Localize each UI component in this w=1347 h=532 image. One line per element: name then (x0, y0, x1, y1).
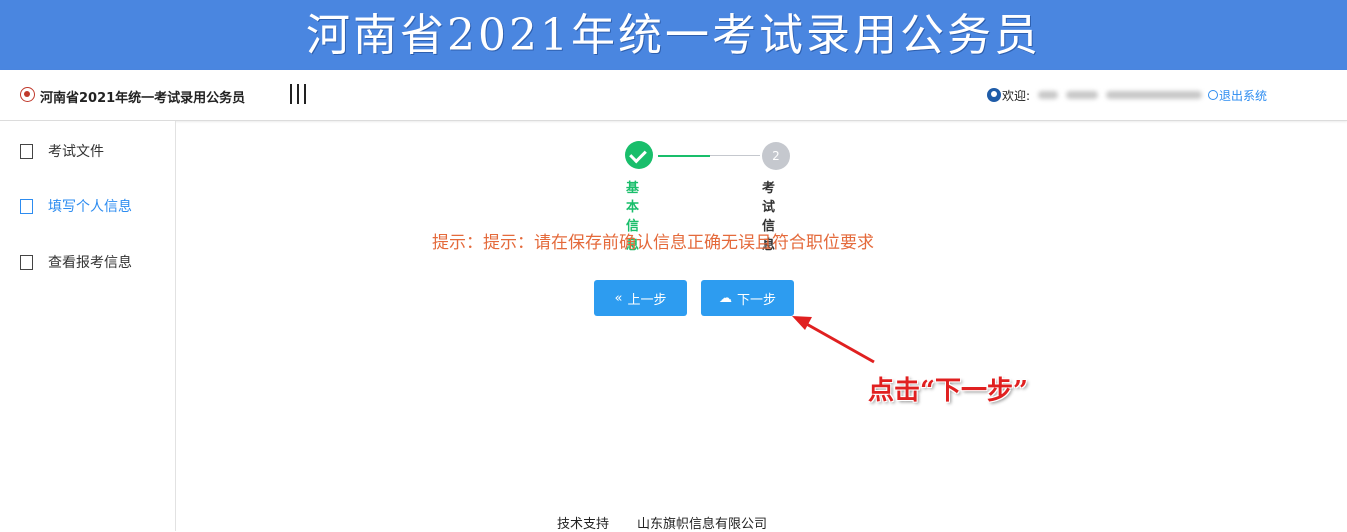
top-banner: 河南省2021年统一考试录用公务员 (0, 0, 1347, 70)
redacted-id (1106, 91, 1203, 99)
footer: 技术支持 山东旗帜信息有限公司 (557, 513, 767, 532)
menu-toggle-icon[interactable] (290, 84, 306, 104)
sidebar-item-personal-info[interactable]: 填写个人信息 (20, 196, 132, 216)
logo-icon (20, 87, 35, 102)
hint-text: 提示：提示：请在保存前确认信息正确无误且符合职位要求 (432, 233, 874, 253)
sidebar-item-label: 填写个人信息 (48, 199, 132, 215)
redacted-name (1038, 91, 1059, 99)
user-icon (987, 88, 1001, 102)
redacted-info (1066, 91, 1099, 99)
next-step-label: 下一步 (736, 292, 776, 308)
cloud-upload-icon: ☁ (718, 290, 732, 306)
sidebar-item-label: 查看报考信息 (48, 255, 132, 271)
sidebar-item-view-application[interactable]: 查看报考信息 (20, 252, 132, 272)
app-title: 河南省2021年统一考试录用公务员 (40, 91, 246, 106)
prev-step-button[interactable]: « 上一步 (594, 280, 687, 316)
step-connector-pending (710, 155, 760, 156)
power-icon (1208, 90, 1219, 100)
welcome-label: 欢迎: (1002, 88, 1031, 103)
footer-support-label: 技术支持 (557, 517, 610, 532)
check-icon (625, 141, 653, 169)
logout-button[interactable]: 退出系统 (1208, 87, 1267, 104)
step-number: 2 (762, 142, 790, 170)
document-icon (20, 143, 33, 159)
annotation-text: 点击“下一步” (868, 376, 1028, 406)
banner-title: 河南省2021年统一考试录用公务员 (306, 10, 1041, 61)
prev-step-label: 上一步 (627, 292, 667, 308)
footer-company: 山东旗帜信息有限公司 (637, 517, 768, 532)
profile-search-icon (20, 254, 33, 270)
sidebar-item-exam-files[interactable]: 考试文件 (20, 141, 104, 161)
sidebar: 考试文件 填写个人信息 查看报考信息 (0, 121, 176, 531)
form-icon (20, 198, 33, 214)
sidebar-item-label: 考试文件 (48, 144, 104, 160)
logout-label: 退出系统 (1219, 88, 1268, 103)
double-chevron-left-icon: « (614, 290, 623, 306)
header-bar: 河南省2021年统一考试录用公务员 欢迎: 退出系统 (0, 70, 1347, 121)
step-connector-done (658, 155, 710, 157)
next-step-button[interactable]: ☁ 下一步 (701, 280, 794, 316)
user-area: 欢迎: 退出系统 (987, 86, 1267, 104)
